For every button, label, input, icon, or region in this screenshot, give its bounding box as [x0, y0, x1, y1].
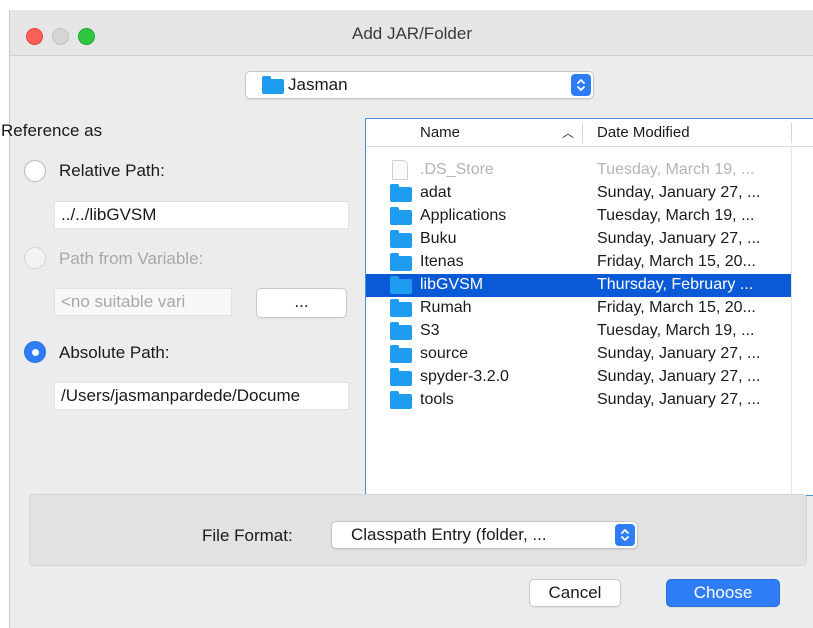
folder-icon	[390, 253, 412, 271]
browse-variable-button[interactable]: ...	[256, 288, 347, 318]
column-divider	[582, 123, 583, 143]
item-name: .DS_Store	[420, 161, 494, 178]
location-folder-name: Jasman	[288, 75, 348, 94]
folder-icon	[390, 368, 412, 386]
item-name: Rumah	[420, 299, 472, 316]
item-date: Sunday, January 27, ...	[597, 230, 761, 247]
absolute-path-radio[interactable]	[24, 341, 46, 363]
choose-button[interactable]: Choose	[666, 579, 780, 607]
list-item-applications[interactable]: Applications Tuesday, March 19, ...	[366, 205, 791, 228]
add-jar-folder-dialog: Add JAR/Folder Jasman Reference as Relat…	[1, 10, 813, 628]
item-name: Itenas	[420, 253, 464, 270]
item-name: adat	[420, 184, 452, 201]
item-date: Sunday, January 27, ...	[597, 391, 761, 408]
folder-icon	[390, 207, 412, 225]
list-item-buku[interactable]: Buku Sunday, January 27, ...	[366, 228, 791, 251]
file-format-panel: File Format: Classpath Entry (folder, ..…	[29, 494, 807, 566]
item-date: Friday, March 15, 20...	[597, 253, 756, 270]
folder-icon	[390, 345, 412, 363]
folder-icon	[390, 276, 412, 294]
variable-path-field[interactable]: <no suitable vari	[54, 288, 232, 316]
folder-icon	[390, 391, 412, 409]
file-format-label: File Format:	[202, 526, 293, 545]
file-list[interactable]: Name ︿ Date Modified .DS_Store Tuesday, …	[365, 118, 813, 496]
list-item-tools[interactable]: tools Sunday, January 27, ...	[366, 389, 791, 412]
list-item-source[interactable]: source Sunday, January 27, ...	[366, 343, 791, 366]
file-format-value: Classpath Entry (folder, ...	[351, 525, 547, 544]
item-date: Sunday, January 27, ...	[597, 368, 761, 385]
column-divider	[791, 123, 792, 143]
reference-as-heading: Reference as	[1, 121, 103, 140]
name-column-header[interactable]: Name	[420, 124, 460, 141]
item-date: Thursday, February ...	[597, 276, 754, 293]
path-from-variable-label: Path from Variable:	[59, 249, 204, 268]
file-list-header: Name ︿ Date Modified	[366, 119, 813, 147]
title-bar[interactable]: Add JAR/Folder	[10, 10, 813, 56]
item-date: Tuesday, March 19, ...	[597, 322, 755, 339]
item-name: spyder-3.2.0	[420, 368, 509, 385]
item-name: tools	[420, 391, 454, 408]
item-name: S3	[420, 322, 440, 339]
folder-icon	[390, 230, 412, 248]
popup-chevron-icon	[615, 524, 635, 546]
list-item-ds-store[interactable]: .DS_Store Tuesday, March 19, ...	[366, 159, 791, 182]
item-name: libGVSM	[420, 276, 484, 293]
item-date: Tuesday, March 19, ...	[597, 161, 755, 178]
item-name: source	[420, 345, 469, 362]
folder-icon	[390, 322, 412, 340]
list-item-spyder[interactable]: spyder-3.2.0 Sunday, January 27, ...	[366, 366, 791, 389]
folder-icon	[390, 299, 412, 317]
list-item-itenas[interactable]: Itenas Friday, March 15, 20...	[366, 251, 791, 274]
document-icon	[392, 160, 408, 180]
folder-icon	[390, 184, 412, 202]
path-from-variable-radio[interactable]	[24, 247, 46, 269]
list-item-libgvsm[interactable]: libGVSM Thursday, February ...	[366, 274, 791, 297]
location-popup[interactable]: Jasman	[245, 71, 594, 99]
date-modified-column-header[interactable]: Date Modified	[597, 124, 690, 141]
file-format-popup[interactable]: Classpath Entry (folder, ...	[331, 521, 638, 549]
absolute-path-label: Absolute Path:	[59, 343, 170, 362]
sort-ascending-icon: ︿	[562, 126, 575, 140]
list-item-adat[interactable]: adat Sunday, January 27, ...	[366, 182, 791, 205]
relative-path-field[interactable]: ../../libGVSM	[54, 201, 349, 229]
absolute-path-field[interactable]: /Users/jasmanpardede/Docume	[54, 382, 349, 410]
item-name: Applications	[420, 207, 507, 224]
folder-icon	[262, 76, 284, 94]
cancel-button[interactable]: Cancel	[529, 579, 621, 607]
column-divider-line	[791, 147, 792, 495]
item-name: Buku	[420, 230, 457, 247]
list-item-s3[interactable]: S3 Tuesday, March 19, ...	[366, 320, 791, 343]
item-date: Tuesday, March 19, ...	[597, 207, 755, 224]
relative-path-radio[interactable]	[24, 160, 46, 182]
item-date: Friday, March 15, 20...	[597, 299, 756, 316]
item-date: Sunday, January 27, ...	[597, 345, 761, 362]
popup-chevron-icon	[571, 74, 591, 96]
item-date: Sunday, January 27, ...	[597, 184, 761, 201]
window-title: Add JAR/Folder	[352, 24, 472, 43]
list-item-rumah[interactable]: Rumah Friday, March 15, 20...	[366, 297, 791, 320]
relative-path-label: Relative Path:	[59, 161, 165, 180]
